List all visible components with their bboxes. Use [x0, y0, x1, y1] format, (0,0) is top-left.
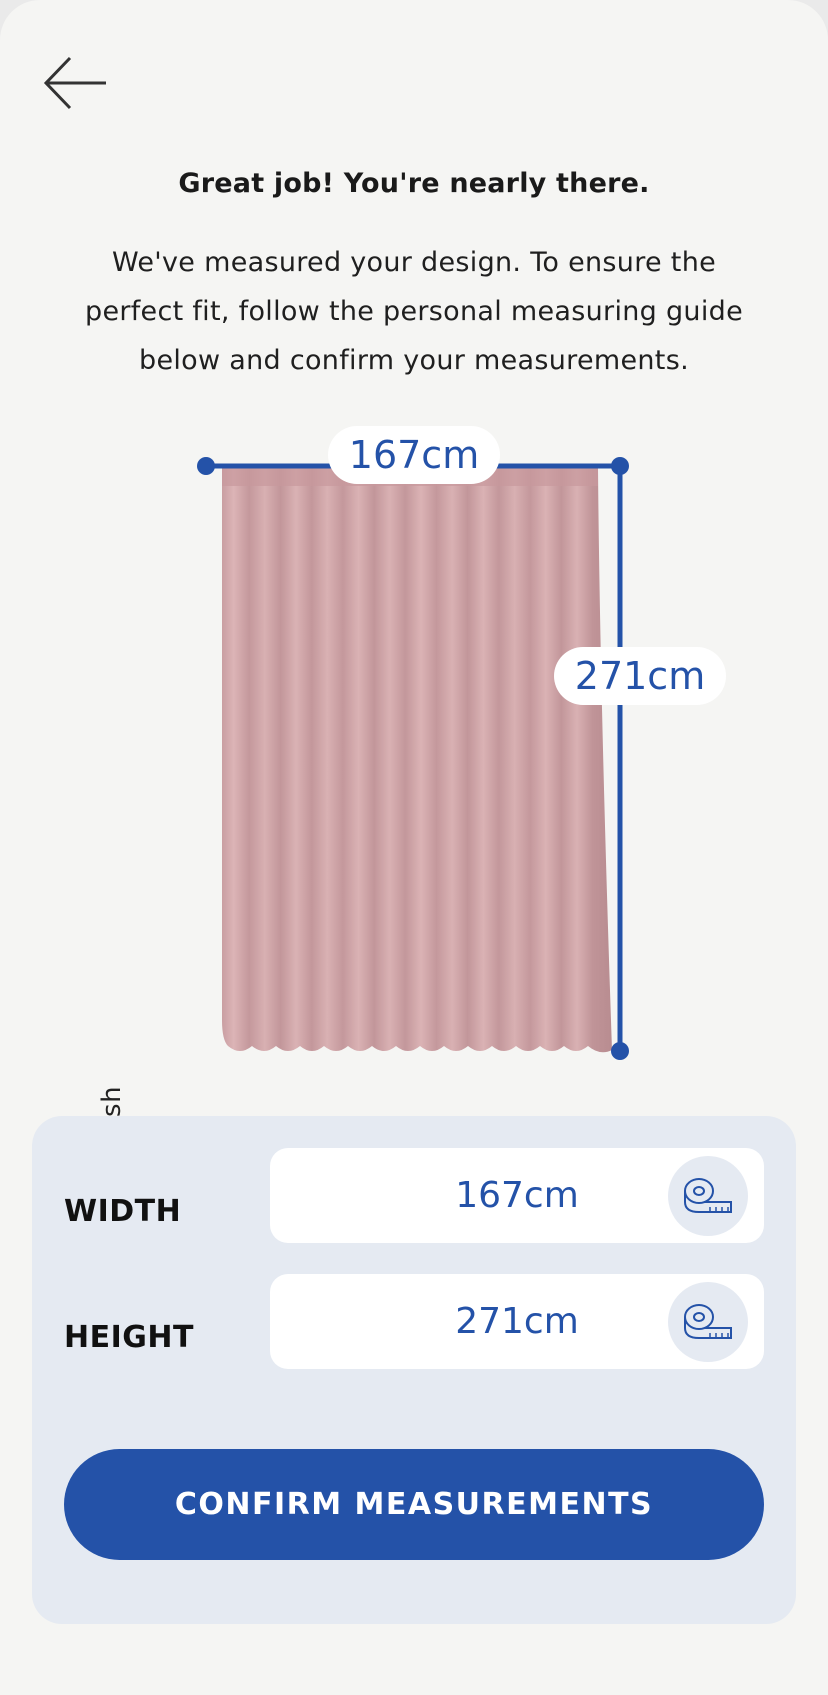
measurement-confirmation-screen: Great job! You're nearly there. We've me…: [0, 0, 828, 1695]
height-measure-guide-button[interactable]: [668, 1282, 748, 1362]
height-label: HEIGHT: [64, 1320, 194, 1355]
curtain-illustration: [197, 457, 629, 1060]
measurements-panel: WIDTH 167cm HEIGHT 271cm CONFIRM MEASURE…: [32, 1116, 796, 1624]
height-field[interactable]: 271cm: [270, 1274, 764, 1369]
tape-measure-icon: [684, 1178, 732, 1213]
arrow-left-icon: [43, 56, 106, 110]
width-measure-guide-button[interactable]: [668, 1156, 748, 1236]
width-dimension-label: 167cm: [328, 426, 500, 484]
page-title: Great job! You're nearly there.: [178, 168, 650, 199]
width-field[interactable]: 167cm: [270, 1148, 764, 1243]
back-button[interactable]: [40, 52, 114, 114]
tape-measure-icon: [684, 1304, 732, 1339]
curtain-preview: Blush: [0, 400, 828, 1160]
confirm-measurements-button[interactable]: CONFIRM MEASUREMENTS: [64, 1449, 764, 1560]
intro-text: We've measured your design. To ensure th…: [85, 247, 743, 376]
height-dimension-label: 271cm: [554, 647, 726, 705]
width-label: WIDTH: [64, 1194, 182, 1229]
